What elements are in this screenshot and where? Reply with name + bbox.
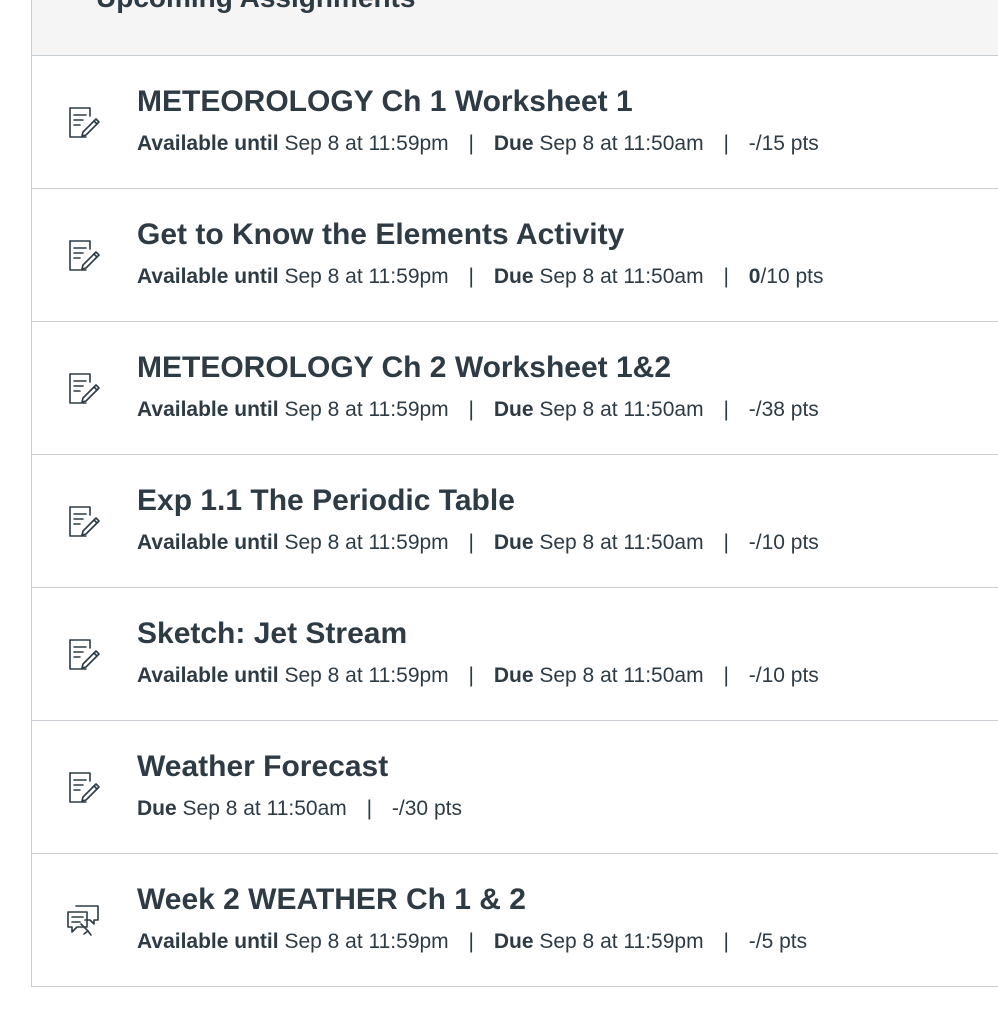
points-possible: /15 pts xyxy=(755,132,819,155)
assignment-meta: Available until Sep 8 at 11:59pm | Due S… xyxy=(137,531,819,555)
separator: | xyxy=(468,664,474,687)
due-value: Sep 8 at 11:50am xyxy=(539,531,704,554)
score-value: - xyxy=(748,132,756,155)
available-label: Available until xyxy=(137,132,279,155)
assignment-title-link[interactable]: Week 2 WEATHER Ch 1 & 2 xyxy=(137,883,526,917)
assignment-list: METEOROLOGY Ch 1 Worksheet 1 Available u… xyxy=(32,56,998,987)
available-value: Sep 8 at 11:59pm xyxy=(284,398,449,421)
available-value: Sep 8 at 11:59pm xyxy=(284,265,449,288)
separator: | xyxy=(723,265,729,288)
points-possible: /10 pts xyxy=(755,531,819,554)
points-possible: /5 pts xyxy=(755,930,808,953)
assignment-title-link[interactable]: Weather Forecast xyxy=(137,750,388,784)
assignment-meta: Available until Sep 8 at 11:59pm | Due S… xyxy=(137,664,819,688)
points-possible: /10 pts xyxy=(755,664,819,687)
available-label: Available until xyxy=(137,531,279,554)
assignment-title-link[interactable]: Get to Know the Elements Activity xyxy=(137,218,624,252)
points-possible: /38 pts xyxy=(755,398,819,421)
score-value: - xyxy=(748,398,756,421)
assignment-row[interactable]: Sketch: Jet Stream Available until Sep 8… xyxy=(32,588,998,721)
assignment-title-link[interactable]: METEOROLOGY Ch 1 Worksheet 1 xyxy=(137,85,633,119)
assignment-meta: Available until Sep 8 at 11:59pm | Due S… xyxy=(137,132,819,156)
available-value: Sep 8 at 11:59pm xyxy=(284,531,449,554)
due-label: Due xyxy=(493,930,534,953)
due-value: Sep 8 at 11:50am xyxy=(539,398,704,421)
score-value: - xyxy=(748,930,756,953)
assignments-panel: Upcoming Assignments METEOROLOGY Ch 1 Wo… xyxy=(31,0,998,987)
separator: | xyxy=(468,132,474,155)
assignment-meta: Due Sep 8 at 11:50am | -/30 pts xyxy=(137,797,462,821)
assignment-icon xyxy=(65,636,101,672)
assignment-row[interactable]: Get to Know the Elements Activity Availa… xyxy=(32,189,998,322)
due-value: Sep 8 at 11:50am xyxy=(539,265,704,288)
assignment-row[interactable]: METEOROLOGY Ch 1 Worksheet 1 Available u… xyxy=(32,56,998,189)
separator: | xyxy=(468,531,474,554)
separator: | xyxy=(723,930,729,953)
assignment-icon xyxy=(65,104,101,140)
score-value: - xyxy=(748,664,756,687)
available-label: Available until xyxy=(137,265,279,288)
due-label: Due xyxy=(493,398,534,421)
assignment-title-link[interactable]: Sketch: Jet Stream xyxy=(137,617,407,651)
separator: | xyxy=(468,398,474,421)
due-value: Sep 8 at 11:50am xyxy=(182,797,347,820)
due-label: Due xyxy=(493,664,534,687)
available-value: Sep 8 at 11:59pm xyxy=(284,930,449,953)
separator: | xyxy=(468,265,474,288)
due-value: Sep 8 at 11:59pm xyxy=(539,930,704,953)
available-label: Available until xyxy=(137,398,279,421)
assignment-meta: Available until Sep 8 at 11:59pm | Due S… xyxy=(137,930,807,954)
due-value: Sep 8 at 11:50am xyxy=(539,132,704,155)
due-label: Due xyxy=(493,265,534,288)
separator: | xyxy=(723,531,729,554)
separator: | xyxy=(468,930,474,953)
available-value: Sep 8 at 11:59pm xyxy=(284,132,449,155)
separator: | xyxy=(366,797,373,820)
separator: | xyxy=(723,132,729,155)
assignment-icon xyxy=(65,237,101,273)
assignment-icon xyxy=(65,370,101,406)
due-value: Sep 8 at 11:50am xyxy=(539,664,704,687)
assignment-row[interactable]: Week 2 WEATHER Ch 1 & 2 Available until … xyxy=(32,854,998,987)
score-value: 0 xyxy=(748,265,761,288)
section-title: Upcoming Assignments xyxy=(96,0,415,14)
points-possible: /10 pts xyxy=(760,265,824,288)
assignment-title-link[interactable]: Exp 1.1 The Periodic Table xyxy=(137,484,515,518)
assignment-meta: Available until Sep 8 at 11:59pm | Due S… xyxy=(137,265,823,289)
separator: | xyxy=(723,398,729,421)
score-value: - xyxy=(748,531,756,554)
section-header[interactable]: Upcoming Assignments xyxy=(32,0,998,56)
separator: | xyxy=(723,664,729,687)
assignment-row[interactable]: METEOROLOGY Ch 2 Worksheet 1&2 Available… xyxy=(32,322,998,455)
assignment-meta: Available until Sep 8 at 11:59pm | Due S… xyxy=(137,398,819,422)
available-label: Available until xyxy=(137,664,279,687)
points-possible: /30 pts xyxy=(398,797,462,820)
assignment-icon xyxy=(65,503,101,539)
discussion-icon xyxy=(65,902,101,938)
due-label: Due xyxy=(493,531,534,554)
assignment-row[interactable]: Exp 1.1 The Periodic Table Available unt… xyxy=(32,455,998,588)
assignment-icon xyxy=(65,769,101,805)
due-label: Due xyxy=(493,132,534,155)
available-value: Sep 8 at 11:59pm xyxy=(284,664,449,687)
available-label: Available until xyxy=(137,930,279,953)
due-label: Due xyxy=(137,797,177,820)
assignment-title-link[interactable]: METEOROLOGY Ch 2 Worksheet 1&2 xyxy=(137,351,671,385)
score-value: - xyxy=(391,797,399,820)
assignment-row[interactable]: Weather Forecast Due Sep 8 at 11:50am | … xyxy=(32,721,998,854)
